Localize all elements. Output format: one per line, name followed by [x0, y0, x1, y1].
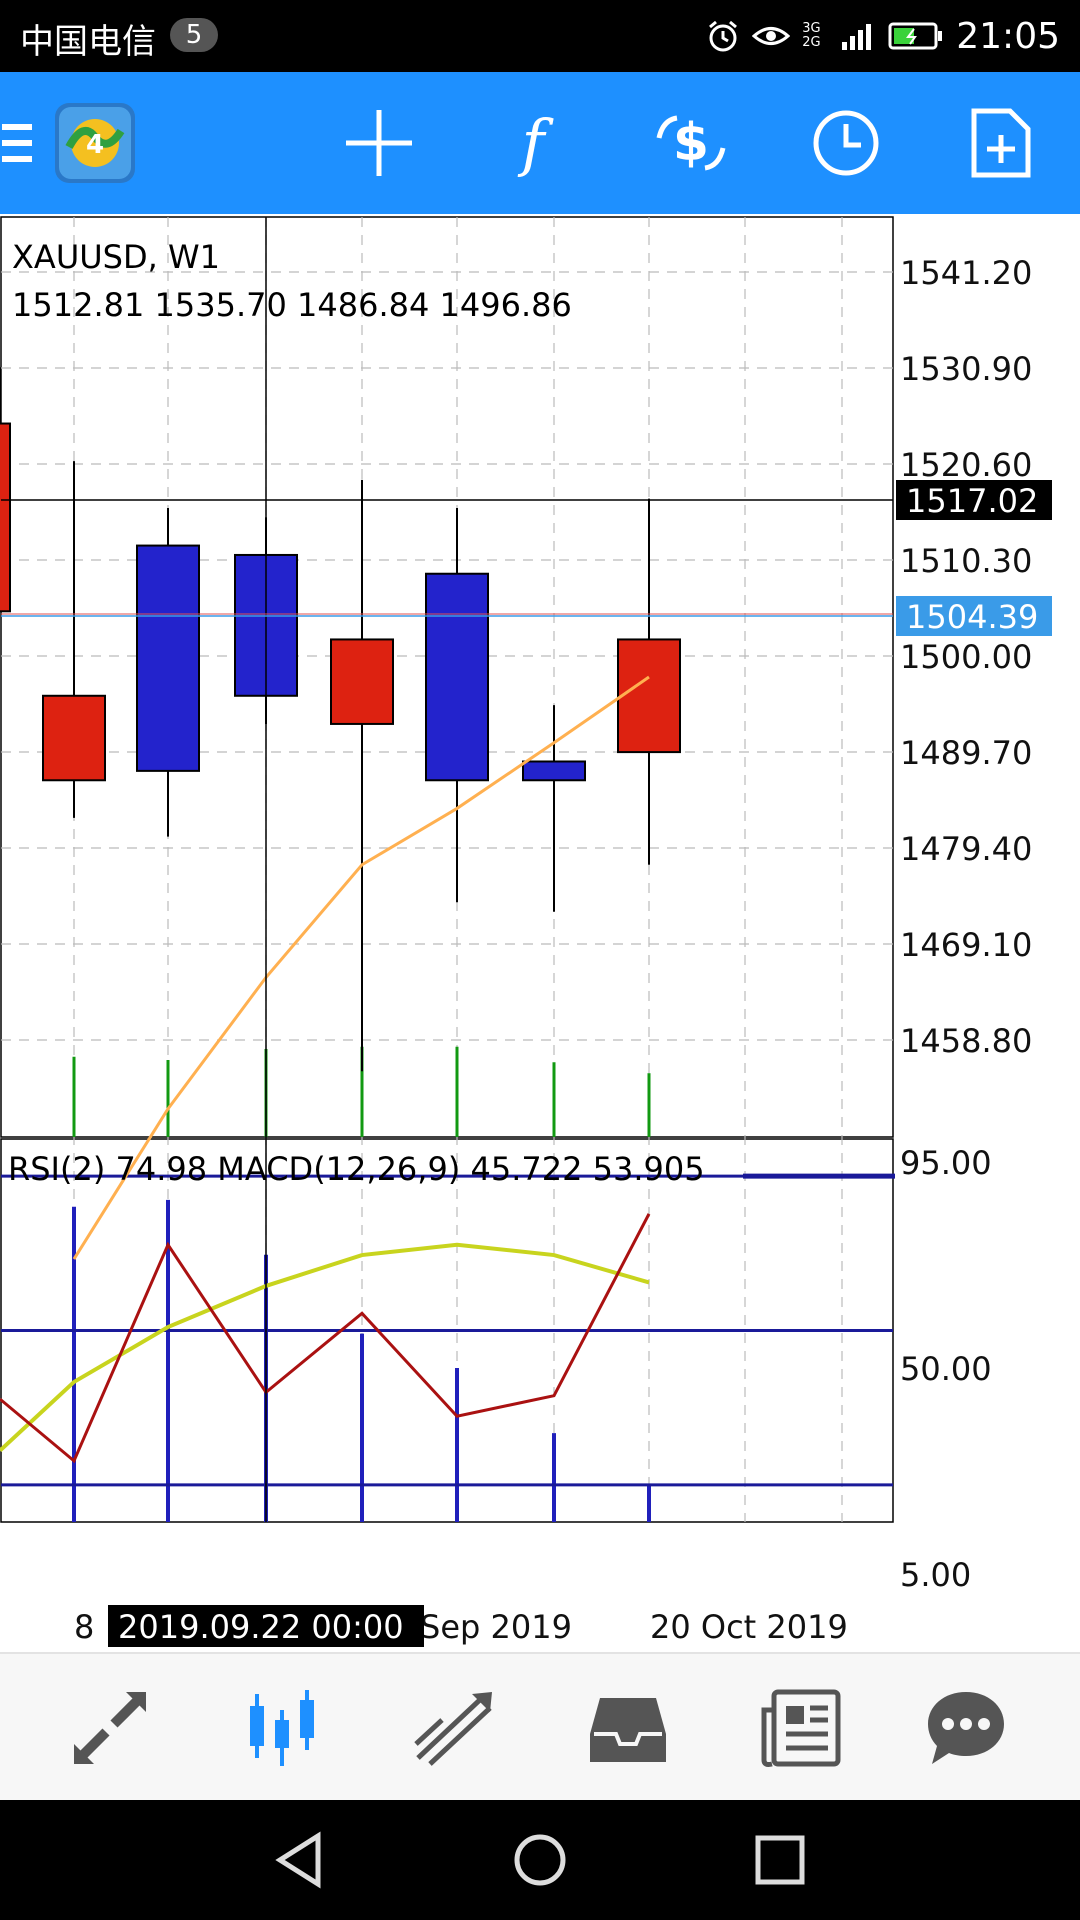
price-label: 1541.20 [900, 254, 1032, 292]
indicator-label: RSI(2) 74.98 MACD(12,26,9) 45.722 53.905 [8, 1150, 705, 1188]
price-label: 1479.40 [900, 830, 1032, 868]
bottom-navigation [0, 1652, 1080, 1802]
metatrader-logo-icon[interactable]: 4 [52, 100, 138, 186]
svg-text:$: $ [673, 113, 709, 173]
charts-icon[interactable] [234, 1686, 330, 1770]
symbol-label: XAUUSD, W1 [12, 238, 220, 276]
recents-button[interactable] [750, 1830, 810, 1890]
eye-icon [752, 27, 791, 45]
signal-icon [842, 24, 872, 50]
price-label: 1458.80 [900, 1022, 1032, 1060]
time-label: 8 [74, 1608, 94, 1646]
network-type: 3G 2G [802, 21, 821, 50]
level-label: 95.00 [900, 1144, 992, 1182]
chart-area[interactable]: 1541.20 1530.90 1520.60 1510.30 1500.00 … [0, 214, 1080, 1652]
price-label: 1500.00 [900, 638, 1032, 676]
top-toolbar: 4 f $ [0, 72, 1080, 214]
history-icon[interactable] [580, 1686, 676, 1770]
quotes-icon[interactable] [62, 1686, 158, 1770]
messages-icon[interactable] [918, 1686, 1014, 1770]
price-label: 1530.90 [900, 350, 1032, 388]
price-label: 1520.60 [900, 446, 1032, 484]
svg-text:f: f [518, 108, 555, 178]
time-label: Sep 2019 [420, 1608, 572, 1646]
dollar-cycle-icon[interactable]: $ [648, 100, 734, 186]
chart-canvas[interactable]: 1541.20 1530.90 1520.60 1510.30 1500.00 … [0, 214, 1080, 1652]
crosshair-price: 1517.02 [906, 482, 1038, 520]
function-icon[interactable]: f [490, 100, 576, 186]
news-icon[interactable] [754, 1686, 850, 1770]
level-label: 50.00 [900, 1350, 992, 1388]
price-label: 1510.30 [900, 542, 1032, 580]
time-label: 20 Oct 2019 [650, 1608, 848, 1646]
system-navigation-bar [0, 1800, 1080, 1920]
home-button[interactable] [510, 1830, 570, 1890]
candle-body [42, 694, 106, 782]
bid-price: 1504.39 [906, 598, 1038, 636]
clock-time: 21:05 [956, 15, 1060, 57]
menu-icon[interactable] [0, 100, 40, 186]
carrier-name: 中国电信 [20, 22, 156, 62]
ohlc-label: 1512.81 1535.70 1486.84 1496.86 [12, 286, 572, 324]
notification-count-badge: 5 [170, 18, 218, 52]
trade-icon[interactable] [406, 1686, 502, 1770]
price-label: 1489.70 [900, 734, 1032, 772]
candle-body [425, 572, 489, 782]
crosshair-icon[interactable] [336, 100, 422, 186]
clock-icon[interactable] [803, 100, 889, 186]
candle-body [522, 760, 586, 782]
price-label: 1469.10 [900, 926, 1032, 964]
candle-body [136, 544, 200, 772]
level-label: 5.00 [900, 1556, 971, 1594]
new-document-icon[interactable] [958, 100, 1044, 186]
alarm-icon [709, 20, 738, 52]
candle-body [617, 638, 681, 754]
svg-text:4: 4 [86, 130, 104, 160]
back-button[interactable] [270, 1830, 330, 1890]
crosshair-time: 2019.09.22 00:00 [118, 1608, 404, 1646]
candle-body [0, 422, 11, 613]
status-bar: 中国电信 5 3G 2G 21:05 [0, 0, 1080, 72]
battery-icon [888, 22, 943, 50]
candle-body [330, 638, 394, 725]
